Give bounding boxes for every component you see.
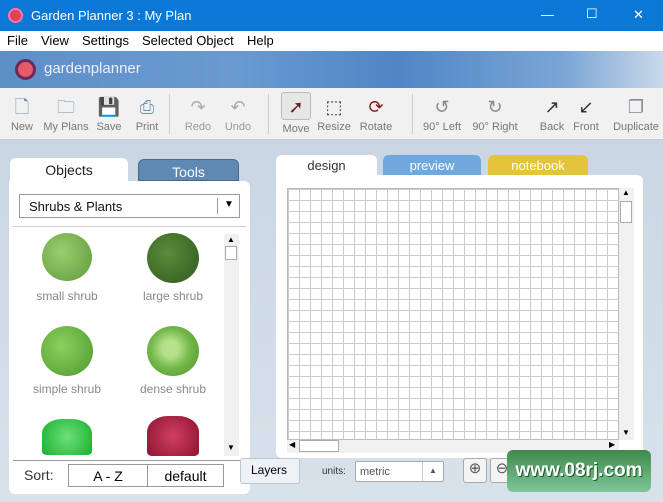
toolbar: 🗋 New 🗀 My Plans 💾 Save ⎙ Print ↷ Redo ↶ Undo … [0, 88, 663, 140]
watermark: www.08rj.com [507, 450, 651, 492]
tab-tools[interactable]: Tools [138, 159, 239, 181]
send-back-icon: ↗ [544, 97, 560, 117]
large-shrub-icon [147, 233, 199, 283]
menu-view[interactable]: View [41, 33, 69, 48]
resize-button[interactable]: ⬚ Resize [316, 88, 352, 140]
sort-a-z-button[interactable]: A - Z [68, 464, 148, 487]
close-button[interactable]: ✕ [633, 7, 644, 23]
zoom-in-button[interactable]: ⊕ [463, 458, 487, 483]
undo-icon: ↶ [230, 97, 246, 117]
save-icon: 💾 [97, 97, 121, 117]
simple-shrub-icon [41, 326, 93, 376]
design-canvas[interactable] [287, 188, 619, 440]
sort-default-button[interactable]: default [147, 464, 224, 487]
chevron-up-icon: ▲ [429, 466, 437, 475]
small-shrub-icon [42, 233, 92, 281]
back-button[interactable]: ↗ Back [537, 88, 567, 140]
undo-button[interactable]: ↶ Undo [222, 88, 254, 140]
app-icon [8, 8, 23, 23]
red-plant-icon [147, 416, 199, 456]
banner: gardenplanner [0, 51, 663, 88]
grass-plant-icon [42, 419, 92, 455]
object-small-shrub[interactable]: small shrub [17, 233, 117, 303]
redo-button[interactable]: ↷ Redo [182, 88, 214, 140]
folder-icon: 🗀 [57, 97, 75, 117]
print-button[interactable]: ⎙ Print [131, 88, 163, 140]
rotate-left-button[interactable]: ↺ 90° Left [420, 88, 464, 140]
arrow-cursor-icon: ➚ [281, 92, 311, 120]
objects-scrollbar[interactable]: ▲ ▼ [224, 234, 239, 456]
units-select[interactable]: metric ▲ [355, 461, 444, 482]
layers-button[interactable]: Layers [240, 458, 300, 484]
sort-label: Sort: [24, 467, 54, 483]
bring-front-icon: ↙ [578, 97, 594, 117]
maximize-button[interactable]: ☐ [586, 6, 598, 22]
new-file-icon: 🗋 [14, 97, 30, 117]
my-plans-button[interactable]: 🗀 My Plans [42, 88, 90, 140]
scrollbar-thumb[interactable] [620, 201, 632, 223]
menu-help[interactable]: Help [247, 33, 274, 48]
rotate-icon: ⟳ [368, 97, 384, 117]
rotate-button[interactable]: ⟳ Rotate [358, 88, 394, 140]
resize-icon: ⬚ [325, 97, 343, 117]
redo-icon: ↷ [190, 97, 206, 117]
rotate-right-button[interactable]: ↻ 90° Right [470, 88, 520, 140]
print-icon: ⎙ [139, 97, 155, 117]
units-label: units: [322, 466, 346, 477]
menu-bar: File View Settings Selected Object Help [0, 31, 663, 51]
object-dense-shrub[interactable]: dense shrub [123, 326, 223, 396]
duplicate-icon: ❐ [627, 97, 645, 117]
canvas-vertical-scrollbar[interactable]: ▲ ▼ [619, 188, 634, 440]
minimize-button[interactable]: — [541, 7, 554, 22]
menu-file[interactable]: File [7, 33, 28, 48]
divider [268, 94, 269, 134]
object-red-plant[interactable] [123, 416, 223, 456]
tab-design[interactable]: design [276, 155, 377, 177]
window-title: Garden Planner 3 : My Plan [31, 8, 192, 23]
menu-settings[interactable]: Settings [82, 33, 129, 48]
divider [412, 94, 413, 134]
tab-preview[interactable]: preview [383, 155, 481, 175]
save-button[interactable]: 💾 Save [93, 88, 125, 140]
rotate-right-icon: ↻ [487, 97, 503, 117]
category-dropdown[interactable]: Shrubs & Plants ▼ [19, 194, 240, 218]
divider [169, 94, 170, 134]
logo-icon [15, 59, 36, 80]
front-button[interactable]: ↙ Front [571, 88, 601, 140]
zoom-in-icon: ⊕ [468, 460, 482, 477]
object-large-shrub[interactable]: large shrub [123, 233, 223, 303]
new-button[interactable]: 🗋 New [6, 88, 38, 140]
tab-notebook[interactable]: notebook [488, 155, 588, 175]
menu-selected-object[interactable]: Selected Object [142, 33, 234, 48]
chevron-down-icon: ▼ [224, 199, 234, 210]
tab-objects[interactable]: Objects [10, 158, 128, 183]
scrollbar-thumb[interactable] [299, 440, 339, 452]
rotate-left-icon: ↺ [434, 97, 450, 117]
title-bar: Garden Planner 3 : My Plan — ☐ ✕ [0, 0, 663, 31]
dense-shrub-icon [147, 326, 199, 376]
move-button[interactable]: ➚ Move [281, 88, 311, 140]
brand-logo: gardenplanner [44, 60, 141, 77]
object-simple-shrub[interactable]: simple shrub [17, 326, 117, 396]
object-grass-plant[interactable] [17, 419, 117, 455]
objects-panel: Shrubs & Plants ▼ small shrub large shru… [9, 181, 250, 494]
scrollbar-thumb[interactable] [225, 246, 237, 260]
duplicate-button[interactable]: ❐ Duplicate [611, 88, 661, 140]
